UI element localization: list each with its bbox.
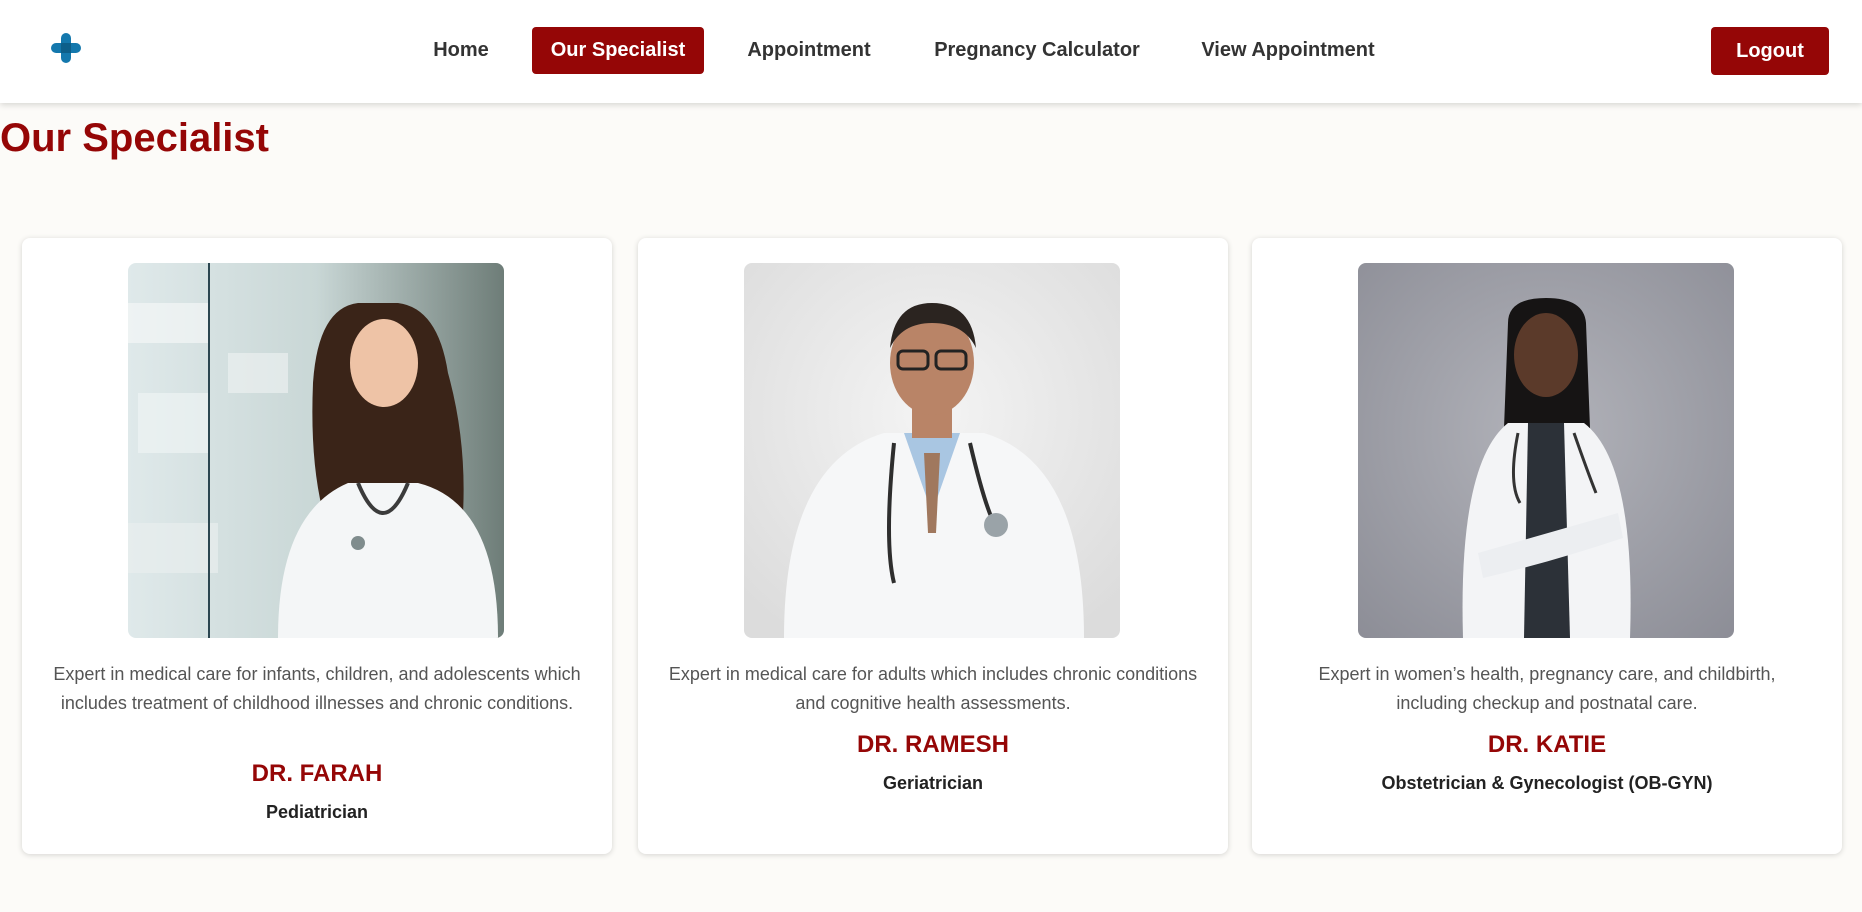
specialist-description: Expert in medical care for infants, chil… — [53, 664, 581, 713]
doctor-specialty: Pediatrician — [265, 802, 369, 822]
doctor-photo — [1358, 263, 1734, 638]
main-nav: Home Our Specialist Appointment Pregnanc… — [0, 27, 1862, 74]
doctor-specialty: Geriatrician — [882, 773, 984, 793]
specialist-card: Expert in medical care for adults which … — [638, 238, 1228, 854]
logout-button[interactable]: Logout — [1711, 27, 1829, 75]
doctor-photo — [128, 263, 504, 638]
nav-view-appointment[interactable]: View Appointment — [1195, 27, 1381, 74]
specialist-card: Expert in medical care for infants, chil… — [22, 238, 612, 854]
doctor-photo — [744, 263, 1120, 638]
doctor-name: DR. KATIE — [1487, 731, 1607, 758]
nav-appointment[interactable]: Appointment — [736, 27, 882, 74]
specialist-description: Expert in medical care for adults which … — [668, 664, 1198, 713]
top-navbar: Home Our Specialist Appointment Pregnanc… — [0, 0, 1862, 103]
doctor-specialty: Obstetrician & Gynecologist (OB-GYN) — [1381, 773, 1713, 793]
doctor-name: DR. RAMESH — [856, 731, 1009, 758]
nav-our-specialist[interactable]: Our Specialist — [532, 27, 704, 74]
page-title: Our Specialist — [0, 116, 269, 160]
doctor-name: DR. FARAH — [251, 760, 383, 787]
nav-home[interactable]: Home — [421, 27, 501, 74]
specialist-card: Expert in women’s health, pregnancy care… — [1252, 238, 1842, 854]
specialist-description: Expert in women’s health, pregnancy care… — [1318, 664, 1776, 713]
nav-pregnancy-calculator[interactable]: Pregnancy Calculator — [921, 27, 1153, 74]
